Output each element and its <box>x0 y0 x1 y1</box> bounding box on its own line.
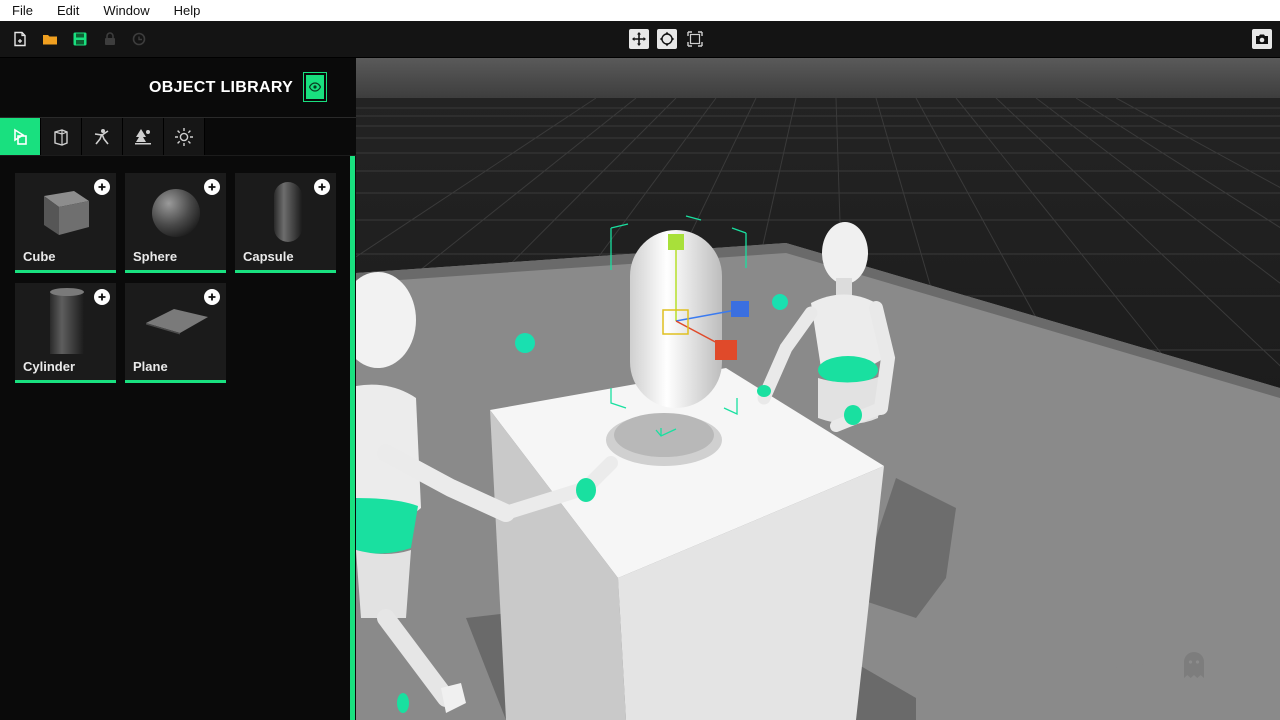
panel-scrollbar[interactable] <box>350 156 355 720</box>
category-tabs <box>0 118 205 155</box>
redo-button[interactable] <box>129 29 149 49</box>
lock-button[interactable] <box>100 29 120 49</box>
rotate-tool-button[interactable] <box>657 29 677 49</box>
object-card-plane[interactable]: Plane <box>125 283 226 383</box>
tab-shapes[interactable] <box>0 118 41 155</box>
character-icon <box>92 127 112 147</box>
object-card-cylinder[interactable]: Cylinder <box>15 283 116 383</box>
toolbar <box>0 21 1280 58</box>
sun-icon <box>174 127 194 147</box>
object-library-panel: OBJECT LIBRARY <box>0 58 356 720</box>
plus-icon <box>96 181 108 193</box>
object-card-cube[interactable]: Cube <box>15 173 116 273</box>
menu-bar: File Edit Window Help <box>0 0 1280 21</box>
light-marker[interactable] <box>515 333 535 353</box>
open-folder-button[interactable] <box>40 29 60 49</box>
save-button[interactable] <box>70 29 90 49</box>
gizmo-x-handle[interactable] <box>715 340 737 360</box>
object-label: Cube <box>23 249 56 264</box>
version-label: ALPHA VERSION 1.0 <box>1078 661 1170 671</box>
panel-title: OBJECT LIBRARY <box>149 79 293 97</box>
ghost-logo-icon <box>1182 650 1206 680</box>
panel-visibility-toggle[interactable] <box>304 73 326 101</box>
add-cylinder-button[interactable] <box>94 289 110 305</box>
scene-render <box>356 58 1280 720</box>
add-sphere-button[interactable] <box>204 179 220 195</box>
plus-icon <box>206 181 218 193</box>
tab-nature[interactable] <box>123 118 164 155</box>
add-capsule-button[interactable] <box>314 179 330 195</box>
plus-icon <box>96 291 108 303</box>
eye-icon <box>309 82 321 92</box>
gizmo-y-handle[interactable] <box>668 234 684 250</box>
new-file-button[interactable] <box>10 29 30 49</box>
menu-help[interactable]: Help <box>162 0 213 21</box>
lock-icon <box>103 32 117 46</box>
camera-icon <box>1255 32 1269 46</box>
object-label: Cylinder <box>23 359 75 374</box>
tabs-divider <box>0 155 356 156</box>
scale-tool-button[interactable] <box>685 29 705 49</box>
menu-window[interactable]: Window <box>91 0 161 21</box>
scale-icon <box>687 31 703 47</box>
rotate-icon <box>659 31 675 47</box>
move-icon <box>631 31 647 47</box>
add-cube-button[interactable] <box>94 179 110 195</box>
object-card-capsule[interactable]: Capsule <box>235 173 336 273</box>
menu-file[interactable]: File <box>0 0 45 21</box>
light-marker[interactable] <box>772 294 788 310</box>
tab-characters[interactable] <box>82 118 123 155</box>
object-label: Capsule <box>243 249 294 264</box>
plus-icon <box>316 181 328 193</box>
open-folder-icon <box>42 31 58 47</box>
shapes-icon <box>10 127 30 147</box>
tab-props[interactable] <box>41 118 82 155</box>
new-file-icon <box>12 31 28 47</box>
menu-edit[interactable]: Edit <box>45 0 91 21</box>
plus-icon <box>206 291 218 303</box>
scene-viewport[interactable]: ALPHA VERSION 1.0 <box>356 58 1280 720</box>
add-plane-button[interactable] <box>204 289 220 305</box>
move-tool-button[interactable] <box>629 29 649 49</box>
tree-icon <box>133 127 153 147</box>
save-icon <box>72 31 88 47</box>
object-label: Sphere <box>133 249 177 264</box>
object-label: Plane <box>133 359 168 374</box>
box-icon <box>51 127 71 147</box>
gizmo-z-handle[interactable] <box>731 301 749 317</box>
redo-icon <box>132 32 146 46</box>
tab-lights[interactable] <box>164 118 205 155</box>
screenshot-button[interactable] <box>1252 29 1272 49</box>
object-card-sphere[interactable]: Sphere <box>125 173 226 273</box>
